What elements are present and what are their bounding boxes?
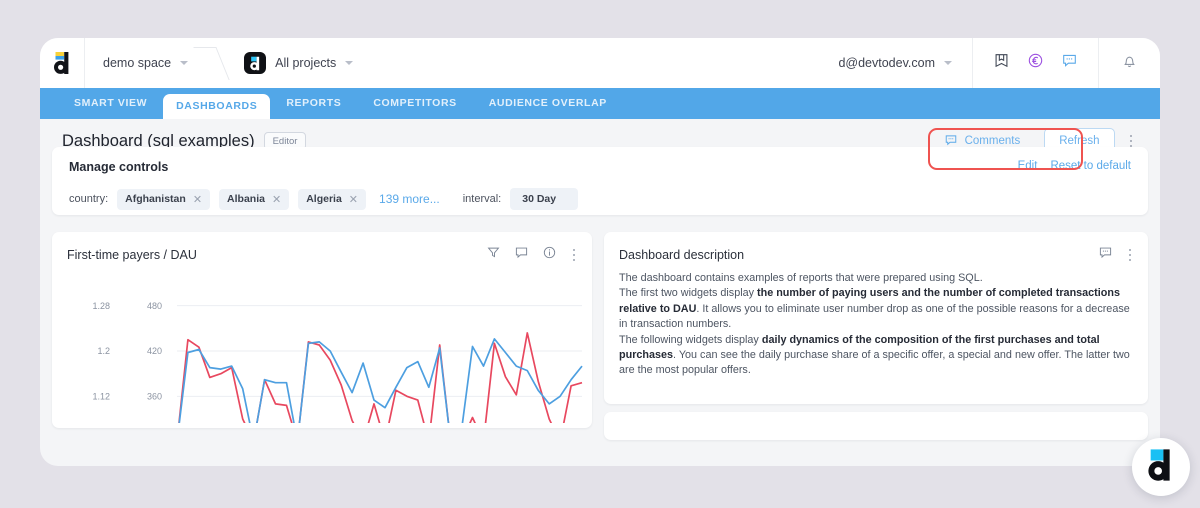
manage-controls-links: Edit Reset to default <box>1018 160 1131 172</box>
devtodev-logo-icon <box>52 51 73 75</box>
tab-reports[interactable]: REPORTS <box>270 88 357 119</box>
description-paragraph: The dashboard contains examples of repor… <box>619 272 983 284</box>
project-name: All projects <box>275 56 337 70</box>
manage-controls-card: Manage controls Edit Reset to default co… <box>52 147 1148 215</box>
country-chip-afghanistan[interactable]: Afghanistan ✕ <box>117 188 211 210</box>
widget-header: Dashboard description <box>604 232 1148 265</box>
widget-title: Dashboard description <box>619 248 745 262</box>
comment-icon[interactable] <box>1098 245 1113 265</box>
manage-controls-header: Manage controls Edit Reset to default <box>69 160 1131 174</box>
widget-title: First-time payers / DAU <box>67 248 197 262</box>
widget-dashboard-description: Dashboard description The dashboard cont… <box>604 232 1148 404</box>
axis-tick-label: 1.28 <box>92 301 110 311</box>
comment-icon[interactable] <box>514 245 529 265</box>
more-vertical-icon <box>1129 134 1132 138</box>
space-name: demo space <box>103 56 172 70</box>
close-icon[interactable]: ✕ <box>193 193 202 206</box>
close-icon[interactable]: ✕ <box>349 193 358 206</box>
axis-tick-label: 1.2 <box>97 346 110 356</box>
chat-icon[interactable] <box>1061 52 1078 74</box>
edit-link[interactable]: Edit <box>1018 160 1038 172</box>
axis-tick-label: 420 <box>147 346 162 356</box>
info-icon[interactable] <box>542 245 557 265</box>
account-email: d@devtodev.com <box>838 56 935 70</box>
comments-label: Comments <box>964 135 1021 147</box>
filter-icon[interactable] <box>486 245 501 265</box>
chevron-down-icon <box>944 61 952 65</box>
screenshot-root: demo space All projects d@devtodev.com S… <box>0 0 1200 508</box>
axis-tick-label: 480 <box>147 301 162 311</box>
axis-tick-label: 1.12 <box>92 392 110 402</box>
country-chip-albania[interactable]: Albania ✕ <box>219 188 290 210</box>
widget-more-menu[interactable] <box>570 247 579 264</box>
app-window: demo space All projects d@devtodev.com S… <box>40 38 1160 466</box>
country-chip-algeria[interactable]: Algeria ✕ <box>298 188 367 210</box>
more-countries-link[interactable]: 139 more... <box>379 192 440 206</box>
tab-dashboards[interactable]: DASHBOARDS <box>163 94 271 119</box>
chevron-down-icon <box>345 61 354 65</box>
more-vertical-icon <box>572 248 575 252</box>
refresh-label: Refresh <box>1059 135 1100 147</box>
controls-filter-row: country: Afghanistan ✕ Albania ✕ Algeria… <box>69 188 1131 210</box>
widget-header-icons <box>486 245 579 265</box>
bookmark-icon[interactable] <box>993 52 1010 74</box>
tab-smart-view[interactable]: SMART VIEW <box>58 88 163 119</box>
top-bar-right: d@devtodev.com <box>828 38 1160 88</box>
axis-tick-label: 360 <box>147 392 162 402</box>
tab-audience-overlap[interactable]: AUDIENCE OVERLAP <box>473 88 623 119</box>
widget-header: First-time payers / DAU <box>52 232 592 265</box>
interval-chip[interactable]: 30 Day <box>510 188 579 210</box>
description-paragraph: The first two widgets display the number… <box>619 287 1130 331</box>
devtodev-project-icon <box>244 52 267 74</box>
line-chart: 1.28 480 1.2 420 1.12 360 <box>52 273 592 423</box>
more-vertical-icon <box>1128 248 1131 252</box>
top-bar-icons <box>973 38 1099 88</box>
interval-filter-label: interval: <box>462 193 502 205</box>
devtodev-chat-button[interactable] <box>1132 438 1190 496</box>
dashboard-description-text: The dashboard contains examples of repor… <box>604 265 1148 379</box>
manage-controls-title: Manage controls <box>69 160 169 174</box>
chevron-down-icon <box>180 61 189 65</box>
project-selector[interactable]: All projects <box>226 38 369 88</box>
breadcrumb-separator <box>204 38 226 88</box>
description-paragraph: The following widgets display daily dyna… <box>619 333 1130 377</box>
reset-to-default-link[interactable]: Reset to default <box>1050 160 1131 172</box>
chart-series-line <box>178 338 583 423</box>
devtodev-chat-logo-icon <box>1146 448 1176 487</box>
chip-label: Algeria <box>306 193 342 205</box>
widget-more-menu[interactable] <box>1126 247 1135 264</box>
country-filter-label: country: <box>69 193 109 205</box>
account-menu[interactable]: d@devtodev.com <box>828 38 973 88</box>
brand-logo[interactable] <box>40 38 85 88</box>
bell-icon <box>1121 52 1138 75</box>
euro-icon[interactable] <box>1027 52 1044 74</box>
widget-header-icons <box>1098 245 1135 265</box>
main-nav: SMART VIEW DASHBOARDS REPORTS COMPETITOR… <box>40 88 1160 119</box>
widget-below-description <box>604 412 1148 440</box>
widget-first-time-payers: First-time payers / DAU 1.28 480 1.2 420… <box>52 232 592 428</box>
chip-label: Albania <box>227 193 265 205</box>
notifications-button[interactable] <box>1099 38 1160 88</box>
space-selector[interactable]: demo space <box>85 38 204 88</box>
close-icon[interactable]: ✕ <box>272 193 281 206</box>
chip-label: Afghanistan <box>125 193 186 205</box>
top-bar: demo space All projects d@devtodev.com <box>40 38 1160 88</box>
tab-competitors[interactable]: COMPETITORS <box>357 88 472 119</box>
chart-canvas: 1.28 480 1.2 420 1.12 360 <box>92 301 583 423</box>
